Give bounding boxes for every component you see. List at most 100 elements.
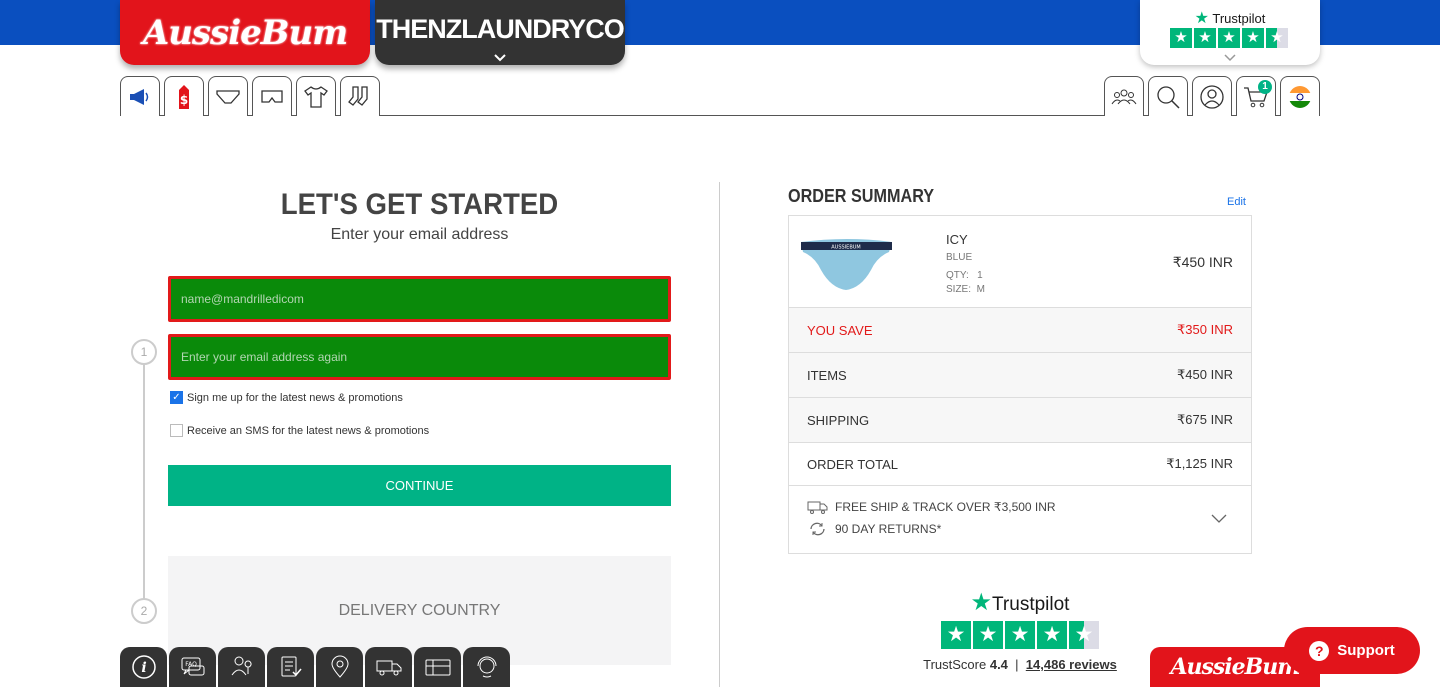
aussiebum-logo-tab[interactable]: AussieBum [120, 0, 370, 65]
socks-icon [348, 85, 368, 106]
newsletter-option[interactable]: ✓ Sign me up for the latest news & promo… [170, 391, 403, 404]
shipping-row: SHIPPING ₹675 INR [788, 398, 1252, 443]
megaphone-icon [130, 88, 149, 105]
location-button[interactable] [316, 647, 363, 687]
search-button[interactable] [1148, 76, 1188, 116]
step-progress-line [143, 350, 145, 610]
community-button[interactable] [1104, 76, 1144, 116]
trustpilot-star-icon: ★ [1194, 10, 1209, 27]
info-button[interactable]: i [120, 647, 167, 687]
main-navigation: $ 1 [120, 76, 1320, 116]
order-total-row: ORDER TOTAL ₹1,125 INR [788, 443, 1252, 486]
support-button[interactable]: ? Support [1284, 627, 1420, 674]
news-nav-button[interactable] [120, 76, 160, 116]
step-1-indicator: 1 [131, 339, 157, 365]
page-subtitle: Enter your email address [330, 226, 509, 243]
half-star-icon: ★ [1069, 621, 1099, 649]
trustpilot-stars: ★ ★ ★ ★ ★ [1170, 28, 1288, 48]
trustpilot-header-widget[interactable]: ★ Trustpilot ★ ★ ★ ★ ★ [1140, 0, 1320, 65]
svg-text:$: $ [180, 93, 188, 107]
svg-text:FAQ: FAQ [185, 661, 197, 668]
tshirt-icon [304, 85, 328, 108]
newsletter-checkbox[interactable]: ✓ [170, 391, 183, 404]
briefs-nav-button[interactable] [208, 76, 248, 116]
product-price: ₹450 INR [1172, 254, 1233, 270]
bottom-help-toolbar: i FAQ [120, 647, 510, 687]
product-name: ICY [946, 232, 968, 247]
trustpilot-stars: ★ ★ ★ ★ ★ [920, 621, 1120, 649]
delivery-truck-icon [807, 501, 828, 514]
sms-label: Receive an SMS for the latest news & pro… [187, 424, 430, 437]
sms-option[interactable]: Receive an SMS for the latest news & pro… [170, 424, 429, 437]
store-locator-button[interactable] [218, 647, 265, 687]
star-icon: ★ [1005, 621, 1035, 649]
shipping-info-panel[interactable]: FREE SHIP & TRACK OVER ₹3,500 INR 90 DAY… [788, 486, 1252, 554]
gift-card-icon [425, 659, 450, 676]
sale-tag-icon: $ [179, 84, 189, 109]
returns-text: 90 DAY RETURNS* [835, 522, 942, 536]
trustscore: TrustScore 4.4 | 14,486 reviews [923, 657, 1117, 672]
product-image: AUSSIEBUM [801, 239, 892, 290]
trustpilot-star-icon: ★ [970, 589, 993, 616]
trunks-nav-button[interactable] [252, 76, 292, 116]
star-icon: ★ [1037, 621, 1067, 649]
cart-count-badge: 1 [1258, 80, 1272, 94]
faq-icon: FAQ [181, 657, 204, 676]
chevron-down-icon [1211, 514, 1227, 523]
items-row: ITEMS ₹450 INR [788, 353, 1252, 398]
faq-button[interactable]: FAQ [169, 647, 216, 687]
cart-button[interactable]: 1 [1236, 76, 1276, 116]
sale-nav-button[interactable]: $ [164, 76, 204, 116]
account-button[interactable] [1192, 76, 1232, 116]
laundry-co-logo: THENZLAUNDRYCO [376, 14, 624, 44]
email-input[interactable] [181, 292, 658, 306]
trustpilot-label: Trustpilot [1212, 11, 1266, 26]
reviews-link[interactable]: 14,486 reviews [1026, 657, 1117, 672]
tshirt-nav-button[interactable] [296, 76, 336, 116]
india-flag-icon [1289, 85, 1311, 108]
chevron-down-icon [494, 54, 506, 62]
order-product-item: AUSSIEBUM ICY BLUE QTY: 1 SIZE: M ₹450 I… [788, 215, 1252, 308]
half-star-icon: ★ [1266, 28, 1288, 48]
trustpilot-widget[interactable]: ★Trustpilot ★ ★ ★ ★ ★ TrustScore 4.4 | 1… [920, 588, 1120, 672]
customer-service-button[interactable] [463, 647, 510, 687]
email-confirm-input[interactable] [181, 350, 658, 364]
order-summary-title: ORDER SUMMARY [788, 186, 935, 206]
country-selector-button[interactable] [1280, 76, 1320, 116]
info-icon: i [131, 655, 156, 679]
star-icon: ★ [973, 621, 1003, 649]
free-ship-text: FREE SHIP & TRACK OVER ₹3,500 INR [835, 500, 1056, 514]
store-locator-icon [231, 656, 252, 676]
briefs-icon [216, 89, 240, 104]
gift-card-button[interactable] [414, 647, 461, 687]
trustpilot-label: Trustpilot [992, 594, 1070, 615]
column-divider [719, 182, 720, 687]
edit-order-link[interactable]: Edit [1227, 196, 1246, 208]
delivery-truck-icon [376, 660, 401, 676]
laundry-co-logo-tab[interactable]: THENZLAUNDRYCO [375, 0, 625, 65]
product-color: BLUE [946, 252, 973, 263]
sms-checkbox[interactable] [170, 424, 183, 437]
svg-text:i: i [141, 660, 146, 676]
star-icon: ★ [1194, 28, 1216, 48]
search-icon [1157, 85, 1180, 109]
star-icon: ★ [1242, 28, 1264, 48]
continue-button[interactable]: CONTINUE [168, 465, 671, 506]
trunks-icon [261, 89, 283, 103]
returns-icon [810, 522, 825, 536]
delivery-button[interactable] [365, 647, 412, 687]
chevron-down-icon [1224, 54, 1236, 62]
socks-nav-button[interactable] [340, 76, 380, 116]
page-title: LET'S GET STARTED [280, 188, 559, 221]
email-field[interactable] [168, 276, 671, 322]
star-icon: ★ [1170, 28, 1192, 48]
customer-service-icon [477, 656, 496, 678]
order-status-button[interactable] [267, 647, 314, 687]
you-save-row: YOU SAVE ₹350 INR [788, 308, 1252, 353]
email-confirm-field[interactable] [168, 334, 671, 380]
step-2-indicator: 2 [131, 598, 157, 624]
product-qty: QTY: 1 [946, 270, 983, 281]
svg-text:AUSSIEBUM: AUSSIEBUM [831, 245, 860, 251]
star-icon: ★ [941, 621, 971, 649]
account-icon [1200, 84, 1224, 109]
